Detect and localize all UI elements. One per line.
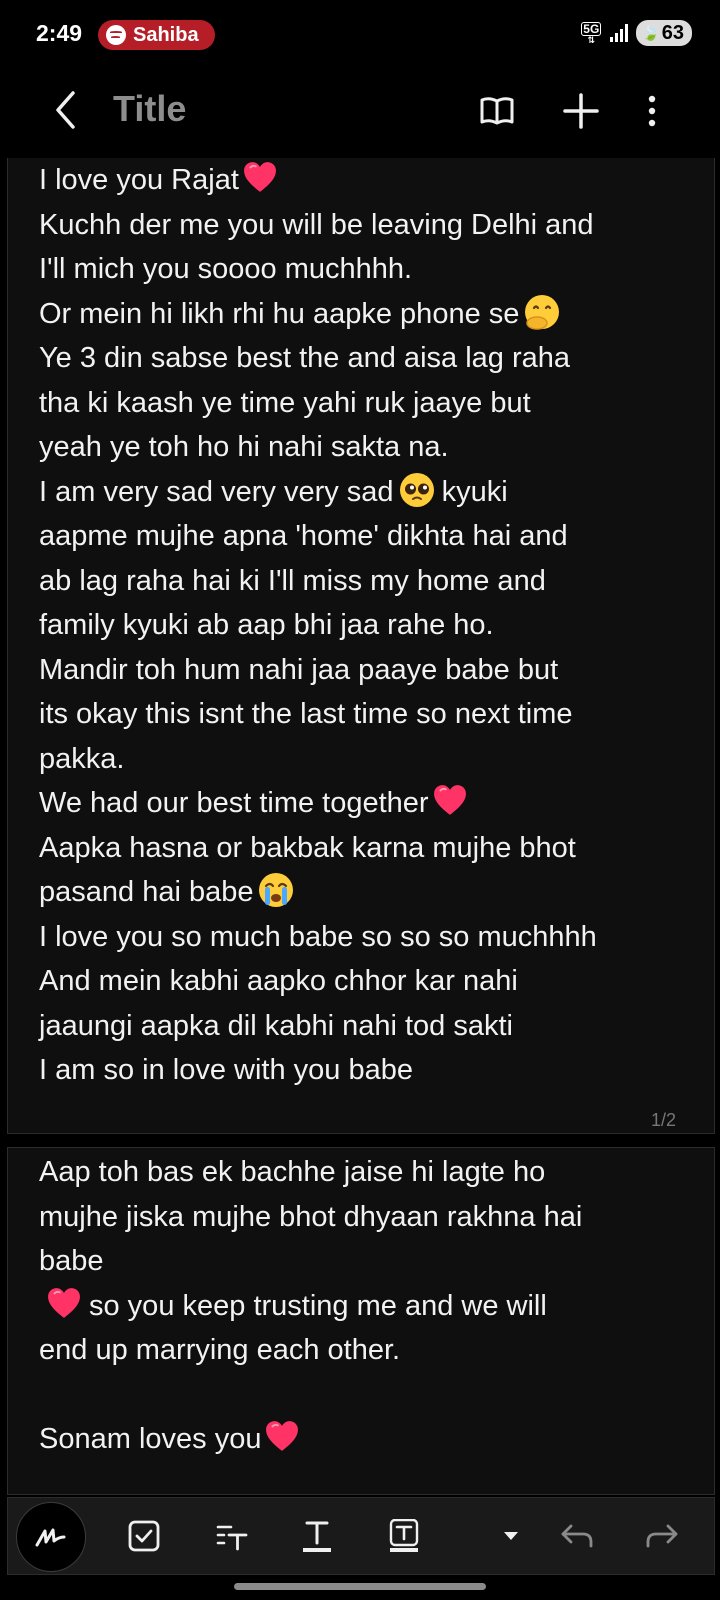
text-highlight-button[interactable] [380, 1512, 428, 1560]
note-line: ab lag raha hai ki I'll miss my home and [39, 564, 546, 597]
app-actions [474, 88, 662, 134]
text-format-button[interactable] [208, 1512, 256, 1560]
power-saving-icon: 🍃 [642, 24, 660, 41]
note-line: mujhe jiska mujhe bhot dhyaan rakhna hai [39, 1200, 583, 1233]
more-options-button[interactable] [642, 88, 662, 134]
note-line: Sonam loves you [39, 1417, 704, 1462]
note-line: Aap toh bas ek bachhe jaise hi lagte ho [39, 1156, 546, 1188]
note-line: We had our best time together [39, 781, 704, 826]
note-line: aapme mujhe apna 'home' dikhta hai and [39, 520, 568, 552]
undo-icon [561, 1524, 593, 1548]
note-page-1[interactable]: I love you Rajat Kuchh der me you will b… [7, 158, 715, 1134]
battery-level: 63 [661, 21, 684, 44]
editor-toolbar [7, 1497, 715, 1575]
note-line: yeah ye toh ho hi nahi sakta na. [39, 431, 449, 463]
text-color-button[interactable] [293, 1512, 341, 1560]
note-body[interactable]: I love you Rajat Kuchh der me you will b… [39, 158, 704, 1093]
media-label: Sahiba [133, 23, 199, 46]
note-line: I am very sad very very sad kyuki [39, 470, 704, 515]
heart-icon [265, 1420, 299, 1452]
plus-icon [563, 93, 599, 129]
note-line: pasand hai babe [39, 870, 704, 915]
note-page-2[interactable]: Aap toh bas ek bachhe jaise hi lagte ho … [7, 1147, 715, 1495]
text-color-icon [303, 1521, 331, 1552]
app-bar: Title [0, 70, 720, 158]
add-page-button[interactable] [558, 88, 604, 134]
text-highlight-icon [389, 1519, 419, 1552]
note-line: babe [39, 1245, 104, 1277]
note-line: I love you so much babe so so so muchhhh [39, 920, 597, 953]
more-vertical-icon [648, 95, 656, 127]
note-line: tha ki kaash ye time yahi ruk jaaye but [39, 386, 531, 419]
checkbox-icon [128, 1520, 160, 1552]
note-line: Kuchh der me you will be leaving Delhi a… [39, 208, 594, 241]
pleading-face-emoji-icon [399, 472, 434, 507]
reading-mode-button[interactable] [474, 88, 520, 134]
signal-icon [610, 24, 629, 42]
hand-over-mouth-emoji-icon [525, 294, 560, 330]
crying-face-emoji-icon [259, 873, 294, 907]
note-body[interactable]: Aap toh bas ek bachhe jaise hi lagte ho … [39, 1150, 704, 1462]
note-title[interactable]: Title [113, 88, 186, 130]
note-line [39, 1373, 704, 1418]
checkbox-button[interactable] [120, 1512, 168, 1560]
heart-icon [433, 784, 467, 816]
note-line: Ye 3 din sabse best the and aisa lag rah… [39, 342, 570, 374]
book-icon [480, 97, 514, 125]
expand-toolbar-button[interactable] [487, 1512, 535, 1560]
home-indicator[interactable] [234, 1583, 486, 1590]
note-line: end up marrying each other. [39, 1334, 401, 1366]
back-button[interactable] [44, 88, 88, 132]
note-line: I love you Rajat [39, 158, 704, 203]
note-line: I'll mich you soooo muchhhh. [39, 253, 413, 285]
note-line: so you keep trusting me and we will [39, 1284, 704, 1329]
status-bar: 2:49 Sahiba 5G ⇅ 🍃 63 [0, 0, 720, 70]
handwriting-button[interactable] [16, 1502, 86, 1572]
redo-button[interactable] [638, 1512, 686, 1560]
text-format-icon [216, 1525, 248, 1551]
battery-indicator: 🍃 63 [636, 20, 692, 46]
note-line: family kyuki ab aap bhi jaa rahe ho. [39, 609, 494, 641]
page-number: 1/2 [650, 1110, 676, 1130]
handwriting-icon [35, 1528, 66, 1547]
undo-button[interactable] [553, 1512, 601, 1560]
note-line: And mein kabhi aapko chhor kar nahi [39, 965, 518, 997]
note-line: Or mein hi likh rhi hu aapke phone se [39, 292, 704, 337]
redo-icon [646, 1524, 678, 1548]
heart-icon [243, 161, 277, 193]
heart-icon [47, 1287, 81, 1319]
caret-down-icon [504, 1532, 518, 1540]
media-indicator[interactable]: Sahiba [98, 20, 215, 50]
note-line: I am so in love with you babe [39, 1054, 413, 1086]
network-5g-icon: 5G ⇅ [581, 21, 602, 45]
note-line: Aapka hasna or bakbak karna mujhe bhot [39, 831, 576, 864]
network-label: 5G [581, 21, 602, 36]
note-line: Mandir toh hum nahi jaa paaye babe but [39, 653, 559, 686]
status-icons: 5G ⇅ 🍃 63 [580, 20, 692, 46]
note-line: jaaungi aapka dil kabhi nahi tod sakti [39, 1009, 513, 1042]
note-line: pakka. [39, 742, 125, 775]
status-time: 2:49 [36, 20, 83, 46]
spotify-icon [106, 25, 126, 45]
chevron-left-icon [56, 91, 75, 129]
note-line: its okay this isnt the last time so next… [39, 698, 573, 730]
